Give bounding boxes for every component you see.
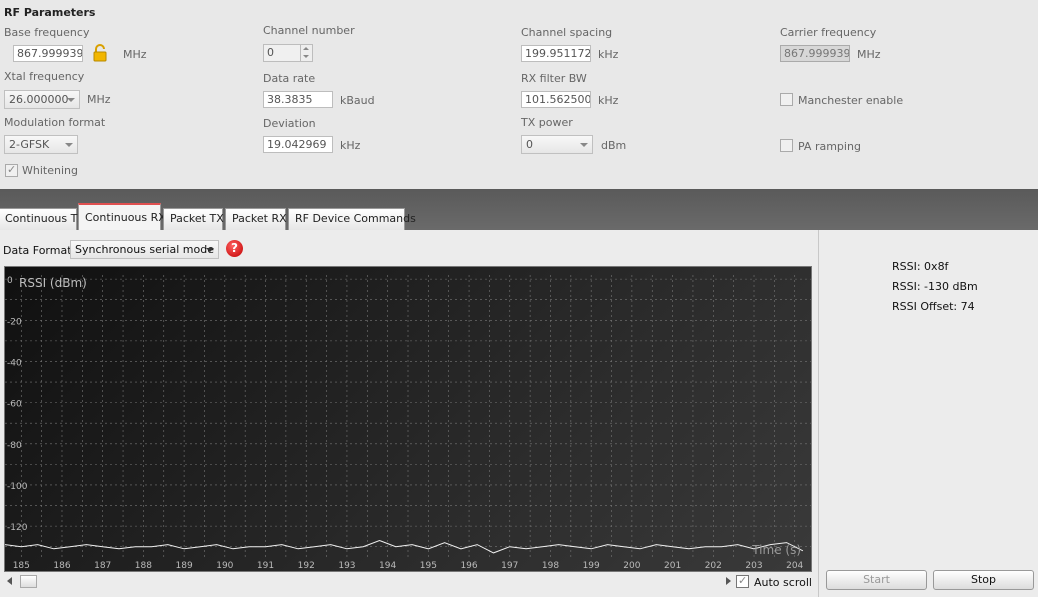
pa-ramping-label: PA ramping [798,140,861,153]
modulation-format-value: 2-GFSK [9,138,50,151]
xtal-frequency-unit: MHz [87,93,111,106]
x-axis-label: Time (s) [751,543,801,557]
tab-continuous-tx[interactable]: Continuous TX [0,208,85,230]
channel-number-label: Channel number [263,24,355,37]
chart-title: RSSI (dBm) [19,276,87,290]
x-tick-label: 186 [53,561,70,571]
modulation-format-label: Modulation format [4,116,106,129]
pa-ramping-checkbox[interactable] [780,139,793,152]
carrier-frequency-field: 867.999939 [780,45,850,62]
rf-parameters-title: RF Parameters [4,6,96,19]
rssi-chart-svg: 0 -20 -40 -60 -80 -100 -120 185 186 187 188 189 190 1… [5,275,811,571]
x-tick-label: 201 [664,561,681,571]
rx-filter-bw-input[interactable]: 101.562500 [521,91,591,108]
y-tick-label: -100 [7,482,28,492]
chevron-down-icon [206,248,214,252]
base-frequency-label: Base frequency [4,26,90,39]
y-tick-label: -40 [7,358,22,368]
x-tick-label: 193 [338,561,355,571]
xtal-frequency-label: Xtal frequency [4,70,85,83]
scroll-left-icon[interactable] [7,577,12,585]
scroll-right-icon[interactable] [726,577,731,585]
rssi-offset-readout: RSSI Offset: 74 [892,300,975,313]
x-tick-label: 189 [176,561,193,571]
data-rate-label: Data rate [263,72,316,85]
chevron-down-icon [67,98,75,102]
x-tick-label: 197 [501,561,518,571]
manchester-enable-checkbox[interactable] [780,93,793,106]
manchester-enable-label: Manchester enable [798,94,904,107]
x-tick-label: 203 [745,561,762,571]
tx-power-select[interactable]: 0 [521,135,593,154]
spinner-arrows-icon[interactable] [300,45,312,61]
scroll-thumb[interactable] [20,575,37,588]
rssi-hex-readout: RSSI: 0x8f [892,260,949,273]
tab-continuous-rx[interactable]: Continuous RX [78,203,166,231]
data-format-value: Synchronous serial mode [75,243,214,256]
tab-packet-rx[interactable]: Packet RX [225,208,287,230]
deviation-input[interactable]: 19.042969 [263,136,333,153]
x-tick-label: 198 [542,561,559,571]
x-tick-label: 204 [786,561,803,571]
deviation-unit: kHz [340,139,361,152]
data-rate-unit: kBaud [340,94,375,107]
whitening-checkbox[interactable] [5,163,18,177]
tx-power-label: TX power [521,116,573,129]
channel-spacing-label: Channel spacing [521,26,613,39]
whitening-label: Whitening [22,164,78,177]
carrier-frequency-unit: MHz [857,48,881,61]
rssi-chart: 0 -20 -40 -60 -80 -100 -120 185 186 187 188 189 190 1… [4,266,812,572]
carrier-frequency-label: Carrier frequency [780,26,877,39]
rssi-series-line [5,539,804,554]
y-tick-label: 0 [7,276,13,286]
channel-spacing-unit: kHz [598,48,619,61]
x-tick-label: 185 [13,561,30,571]
y-tick-label: -20 [7,317,22,327]
x-tick-label: 196 [460,561,477,571]
x-tick-label: 200 [623,561,640,571]
data-format-label: Data Format: [3,244,76,257]
auto-scroll-label: Auto scroll [754,576,812,589]
start-button[interactable]: Start [826,570,927,590]
help-icon[interactable]: ? [226,240,243,257]
auto-scroll-checkbox[interactable] [736,574,749,588]
x-tick-label: 187 [94,561,111,571]
base-frequency-unit: MHz [123,48,147,61]
channel-number-value: 0 [267,46,274,59]
chevron-down-icon [65,143,73,147]
stop-button[interactable]: Stop [933,570,1034,590]
rx-filter-bw-label: RX filter BW [521,72,587,85]
x-tick-label: 190 [216,561,233,571]
base-frequency-input[interactable]: 867.999939 [13,45,83,62]
y-tick-label: -60 [7,400,22,410]
tab-packet-tx[interactable]: Packet TX [163,208,224,230]
x-tick-label: 188 [135,561,152,571]
x-tick-label: 202 [705,561,722,571]
tx-power-value: 0 [526,138,533,151]
x-tick-label: 199 [583,561,600,571]
chevron-down-icon [580,143,588,147]
channel-spacing-input[interactable]: 199.951172 [521,45,591,62]
lock-icon[interactable] [93,44,107,62]
x-tick-label: 192 [298,561,315,571]
deviation-label: Deviation [263,117,316,130]
x-tick-label: 195 [420,561,437,571]
rssi-dbm-readout: RSSI: -130 dBm [892,280,978,293]
modulation-format-select[interactable]: 2-GFSK [4,135,78,154]
tab-rf-device-commands[interactable]: RF Device Commands [288,208,416,230]
data-format-select[interactable]: Synchronous serial mode [70,240,219,259]
tx-power-unit: dBm [601,139,627,152]
y-tick-label: -80 [7,441,22,451]
data-rate-input[interactable]: 38.3835 [263,91,333,108]
y-tick-label: -120 [7,523,28,533]
rx-filter-bw-unit: kHz [598,94,619,107]
x-tick-label: 191 [257,561,274,571]
channel-number-spinner[interactable]: 0 [263,44,313,62]
chart-scrollbar[interactable] [4,575,734,589]
x-tick-label: 194 [379,561,396,571]
xtal-frequency-value: 26.000000 [9,93,69,106]
xtal-frequency-select[interactable]: 26.000000 [4,90,80,109]
